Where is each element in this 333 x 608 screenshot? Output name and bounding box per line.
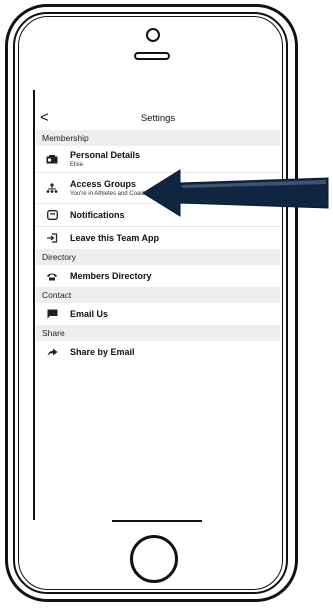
page-title: Settings (140, 113, 176, 124)
chat-icon (44, 309, 60, 319)
share-arrow-icon (44, 348, 60, 357)
email-us-item[interactable]: Email Us (36, 303, 280, 325)
share-email-label: Share by Email (70, 346, 135, 357)
hierarchy-icon (44, 182, 60, 194)
section-contact: Contact (36, 287, 280, 303)
section-membership: Membership (36, 130, 280, 146)
leave-team-label: Leave this Team App (70, 232, 160, 243)
phone-icon (44, 272, 60, 281)
share-email-item[interactable]: Share by Email (36, 341, 280, 363)
home-indicator[interactable] (112, 520, 202, 522)
callout-arrow (142, 169, 329, 217)
members-directory-label: Members Directory (70, 270, 152, 281)
email-us-label: Email Us (70, 308, 109, 319)
id-card-icon (44, 154, 60, 164)
camera-icon (146, 28, 160, 42)
personal-details-sub: Elise (70, 161, 84, 168)
members-directory-item[interactable]: Members Directory (36, 265, 280, 287)
screen-edge (33, 90, 35, 520)
section-share: Share (36, 325, 280, 341)
speaker-icon (134, 52, 170, 60)
section-directory: Directory (36, 249, 280, 265)
notification-icon (44, 210, 60, 220)
personal-details-label: Personal Details (70, 149, 141, 160)
exit-icon (44, 233, 60, 243)
home-button[interactable] (130, 535, 178, 583)
leave-team-item[interactable]: Leave this Team App (36, 227, 280, 249)
notifications-label: Notifications (70, 209, 125, 220)
settings-screen: < Settings Membership Personal Details E… (36, 108, 280, 363)
header: < Settings (36, 108, 280, 130)
